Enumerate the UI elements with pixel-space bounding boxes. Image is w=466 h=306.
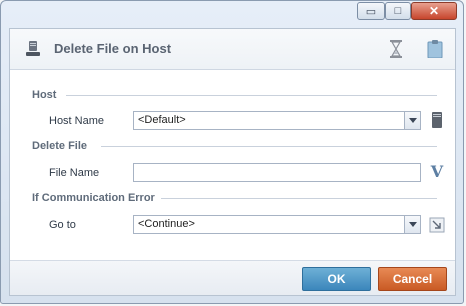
host-name-label: Host Name [49, 115, 105, 127]
section-divider [66, 95, 437, 96]
cancel-button[interactable]: Cancel [378, 267, 447, 291]
close-button[interactable]: ✕ [411, 2, 457, 20]
section-host-label: Host [32, 89, 57, 101]
maximize-button[interactable]: □ [385, 2, 411, 20]
dialog-content: Delete File on Host Host Host Name <Defa… [9, 28, 456, 296]
page-title: Delete File on Host [54, 41, 172, 56]
server-icon [26, 41, 40, 56]
chevron-down-icon[interactable] [404, 216, 420, 233]
dialog-footer: OK Cancel [10, 260, 455, 295]
clipboard-icon[interactable] [427, 40, 443, 58]
dialog-window: ▭ □ ✕ Delete File on Host Host Host Name… [0, 0, 464, 304]
title-bar[interactable]: ▭ □ ✕ [1, 1, 463, 27]
ok-button[interactable]: OK [302, 267, 371, 291]
variable-icon[interactable]: V [429, 163, 445, 181]
section-divider [101, 146, 437, 147]
go-to-select[interactable]: <Continue> [133, 215, 421, 234]
host-name-value: <Default> [138, 114, 186, 126]
go-to-label: Go to [49, 219, 76, 231]
minimize-button[interactable]: ▭ [357, 2, 385, 20]
file-name-input[interactable] [133, 163, 421, 182]
section-comm-error-label: If Communication Error [32, 192, 155, 204]
section-divider [161, 198, 437, 199]
chevron-down-icon[interactable] [404, 112, 420, 129]
goto-arrow-icon[interactable] [429, 216, 445, 234]
file-name-label: File Name [49, 167, 100, 179]
server-icon[interactable] [429, 111, 445, 129]
hourglass-icon[interactable] [389, 40, 403, 58]
host-name-select[interactable]: <Default> [133, 111, 421, 130]
go-to-value: <Continue> [138, 218, 195, 230]
dialog-header: Delete File on Host [10, 29, 455, 70]
section-delete-file-label: Delete File [32, 140, 88, 152]
